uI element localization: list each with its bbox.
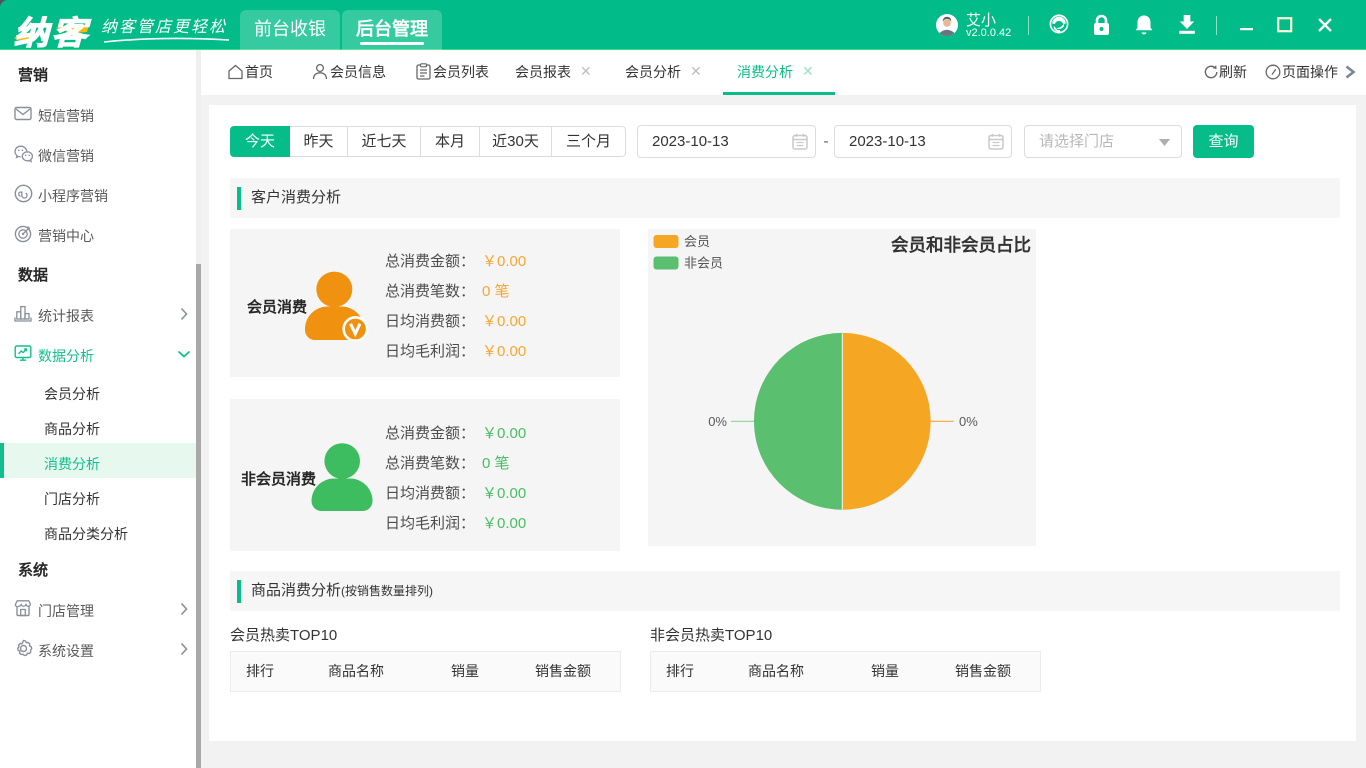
svg-text:会员和非会员占比: 会员和非会员占比 <box>891 235 1031 255</box>
svg-text:0%: 0% <box>959 414 978 429</box>
svg-text:0%: 0% <box>708 414 727 429</box>
svg-text:非会员: 非会员 <box>684 256 723 271</box>
svg-text:会员: 会员 <box>684 234 710 249</box>
